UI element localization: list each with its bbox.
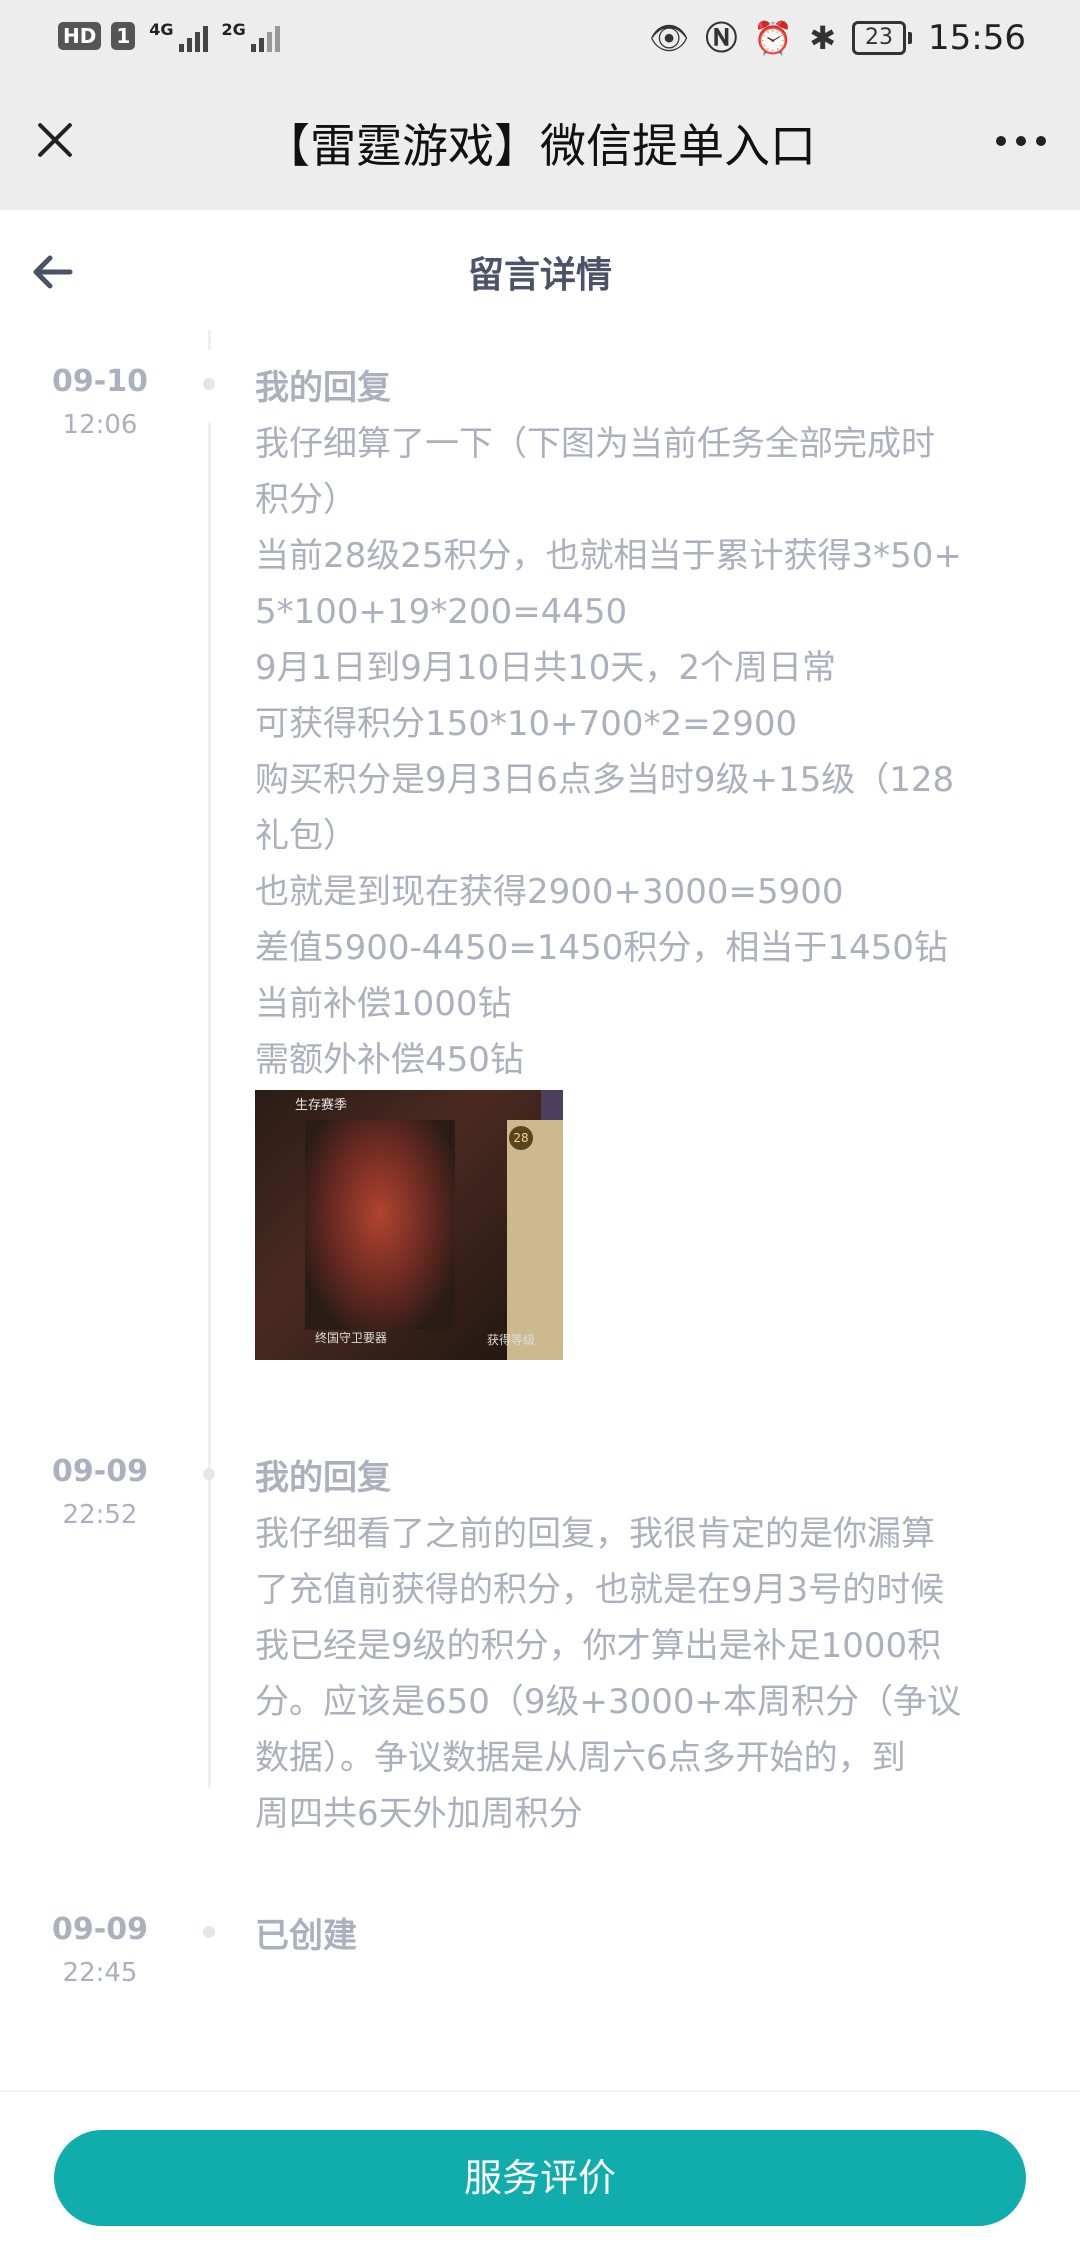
entry-date: 09-10 xyxy=(52,364,148,399)
entry-title: 已创建 xyxy=(255,1916,357,1956)
image-bottom-right: 获得等级 xyxy=(486,1333,535,1347)
entry-date: 09-09 xyxy=(52,1912,148,1947)
timeline-line xyxy=(208,1510,211,1788)
entry-text: 我仔细算了一下（下图为当前任务全部完成时 积分） 当前28级25积分，也就相当于… xyxy=(255,424,962,1080)
hd-badge: HD xyxy=(58,22,102,50)
wechat-title: 【雷霆游戏】微信提单入口 xyxy=(264,119,816,173)
signal-4g-icon: 4G xyxy=(149,20,208,52)
bluetooth-icon: ✱ xyxy=(809,19,837,57)
entry-title: 我的回复 xyxy=(255,1458,391,1498)
service-rating-button[interactable]: 服务评价 xyxy=(54,2130,1026,2226)
attached-image[interactable]: 生存赛季 终国守卫要器 获得等级 28 xyxy=(255,1090,563,1360)
entry-title: 我的回复 xyxy=(255,368,391,408)
entry-time: 22:52 xyxy=(62,1500,138,1530)
page-header: 留言详情 xyxy=(0,210,1080,330)
timeline-dot xyxy=(203,1926,215,1938)
status-bar: HD 1 4G 2G 👁 Ⓝ ⏰ ✱ 23 15:56 xyxy=(0,0,1080,80)
alarm-icon: ⏰ xyxy=(753,19,794,57)
timeline-dot xyxy=(203,378,215,390)
timeline-dot xyxy=(203,1468,215,1480)
entry-date: 09-09 xyxy=(52,1454,148,1489)
wechat-header: 【雷霆游戏】微信提单入口 xyxy=(0,80,1080,210)
entry-time: 22:45 xyxy=(62,1958,138,1988)
footer: 服务评价 xyxy=(0,2090,1080,2246)
sim-badge: 1 xyxy=(111,22,136,50)
close-icon[interactable] xyxy=(30,115,80,165)
image-bottom-left: 终国守卫要器 xyxy=(315,1331,388,1345)
entry-time: 12:06 xyxy=(62,410,138,440)
more-icon[interactable] xyxy=(996,136,1046,146)
battery-icon: 23 xyxy=(852,21,913,55)
timeline-line xyxy=(208,330,211,350)
image-level-badge: 28 xyxy=(509,1126,533,1150)
entry-text: 我仔细看了之前的回复，我很肯定的是你漏算 了充值前获得的积分，也就是在9月3号的… xyxy=(255,1514,962,1834)
page-title: 留言详情 xyxy=(467,255,612,296)
eye-icon: 👁 xyxy=(648,19,690,57)
nfc-icon: Ⓝ xyxy=(705,19,738,57)
image-top-label: 生存赛季 xyxy=(295,1098,348,1113)
signal-2g-icon: 2G xyxy=(222,20,280,52)
clock: 15:56 xyxy=(928,18,1026,58)
